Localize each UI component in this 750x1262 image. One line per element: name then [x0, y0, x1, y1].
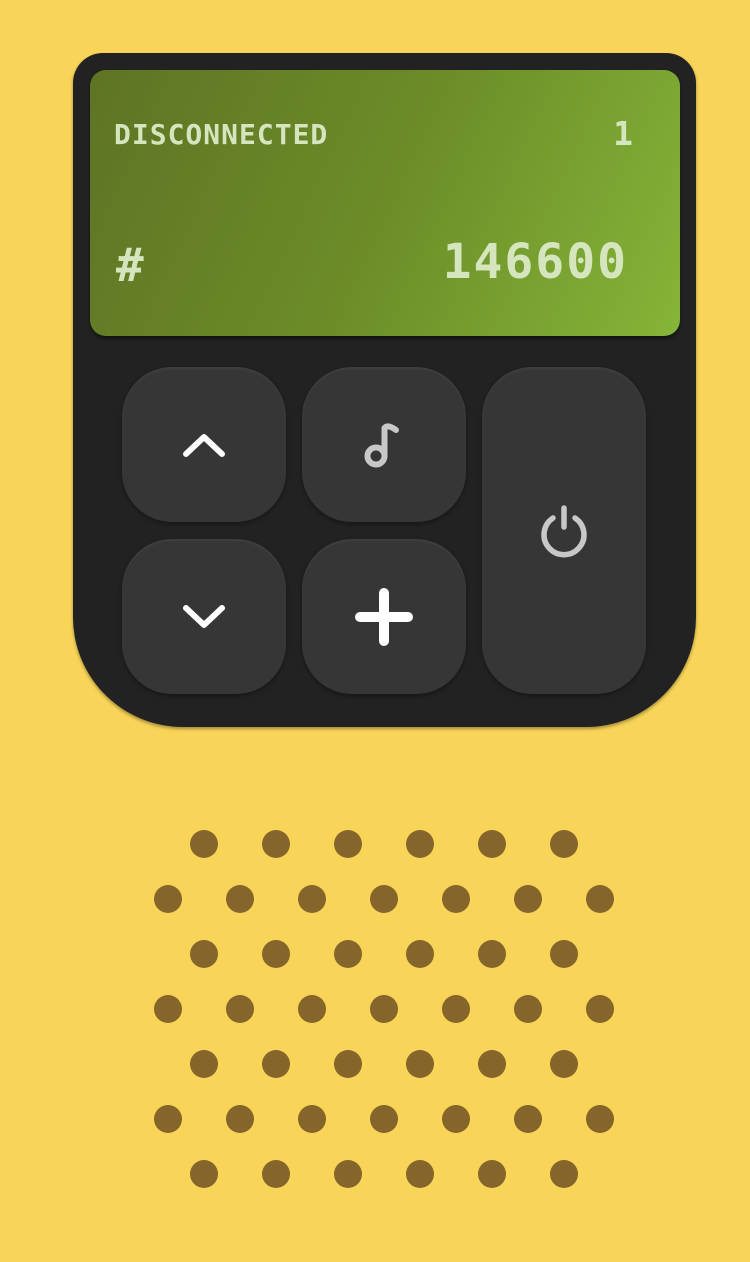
speaker-hole [370, 1105, 398, 1133]
chevron-up-icon [182, 432, 226, 458]
speaker-hole [154, 995, 182, 1023]
speaker-hole [226, 1105, 254, 1133]
speaker-hole [298, 885, 326, 913]
speaker-hole [262, 1050, 290, 1078]
hash-symbol: # [116, 238, 145, 292]
plus-icon [354, 587, 414, 647]
speaker-hole [262, 1160, 290, 1188]
channel-up-button[interactable] [122, 367, 286, 522]
speaker-hole [478, 940, 506, 968]
power-icon [536, 503, 592, 559]
power-button[interactable] [482, 367, 646, 694]
speaker-hole [334, 1050, 362, 1078]
speaker-hole [406, 1050, 434, 1078]
speaker-hole [190, 1160, 218, 1188]
speaker-hole [514, 1105, 542, 1133]
add-button[interactable] [302, 539, 466, 694]
channel-down-button[interactable] [122, 539, 286, 694]
speaker-hole [514, 885, 542, 913]
chevron-down-icon [182, 604, 226, 630]
speaker-hole [586, 1105, 614, 1133]
speaker-hole [370, 995, 398, 1023]
speaker-hole [154, 1105, 182, 1133]
speaker-hole [154, 885, 182, 913]
speaker-hole [406, 1160, 434, 1188]
speaker-hole [478, 1160, 506, 1188]
speaker-hole [586, 885, 614, 913]
speaker-hole [334, 1160, 362, 1188]
speaker-hole [442, 995, 470, 1023]
speaker-hole [442, 885, 470, 913]
speaker-hole [478, 830, 506, 858]
speaker-hole [334, 830, 362, 858]
speaker-hole [370, 885, 398, 913]
speaker-hole [190, 940, 218, 968]
speaker-hole [190, 1050, 218, 1078]
walkie-talkie-device: DISCONNECTED 1 # 146600 [73, 53, 696, 727]
speaker-hole [514, 995, 542, 1023]
speaker-hole [406, 940, 434, 968]
music-button[interactable] [302, 367, 466, 522]
speaker-hole [262, 940, 290, 968]
speaker-hole [262, 830, 290, 858]
channel-number: 1 [613, 114, 634, 153]
speaker-hole [550, 940, 578, 968]
speaker-hole [226, 885, 254, 913]
speaker-hole [334, 940, 362, 968]
speaker-hole [298, 1105, 326, 1133]
lcd-display: DISCONNECTED 1 # 146600 [90, 70, 680, 336]
speaker-hole [478, 1050, 506, 1078]
speaker-hole [298, 995, 326, 1023]
speaker-hole [550, 1160, 578, 1188]
speaker-hole [442, 1105, 470, 1133]
speaker-hole [550, 830, 578, 858]
music-note-icon [364, 420, 404, 470]
speaker-hole [586, 995, 614, 1023]
speaker-hole [190, 830, 218, 858]
connection-status: DISCONNECTED [114, 118, 329, 151]
speaker-hole [226, 995, 254, 1023]
frequency-readout: 146600 [442, 234, 628, 290]
speaker-hole [406, 830, 434, 858]
speaker-hole [550, 1050, 578, 1078]
